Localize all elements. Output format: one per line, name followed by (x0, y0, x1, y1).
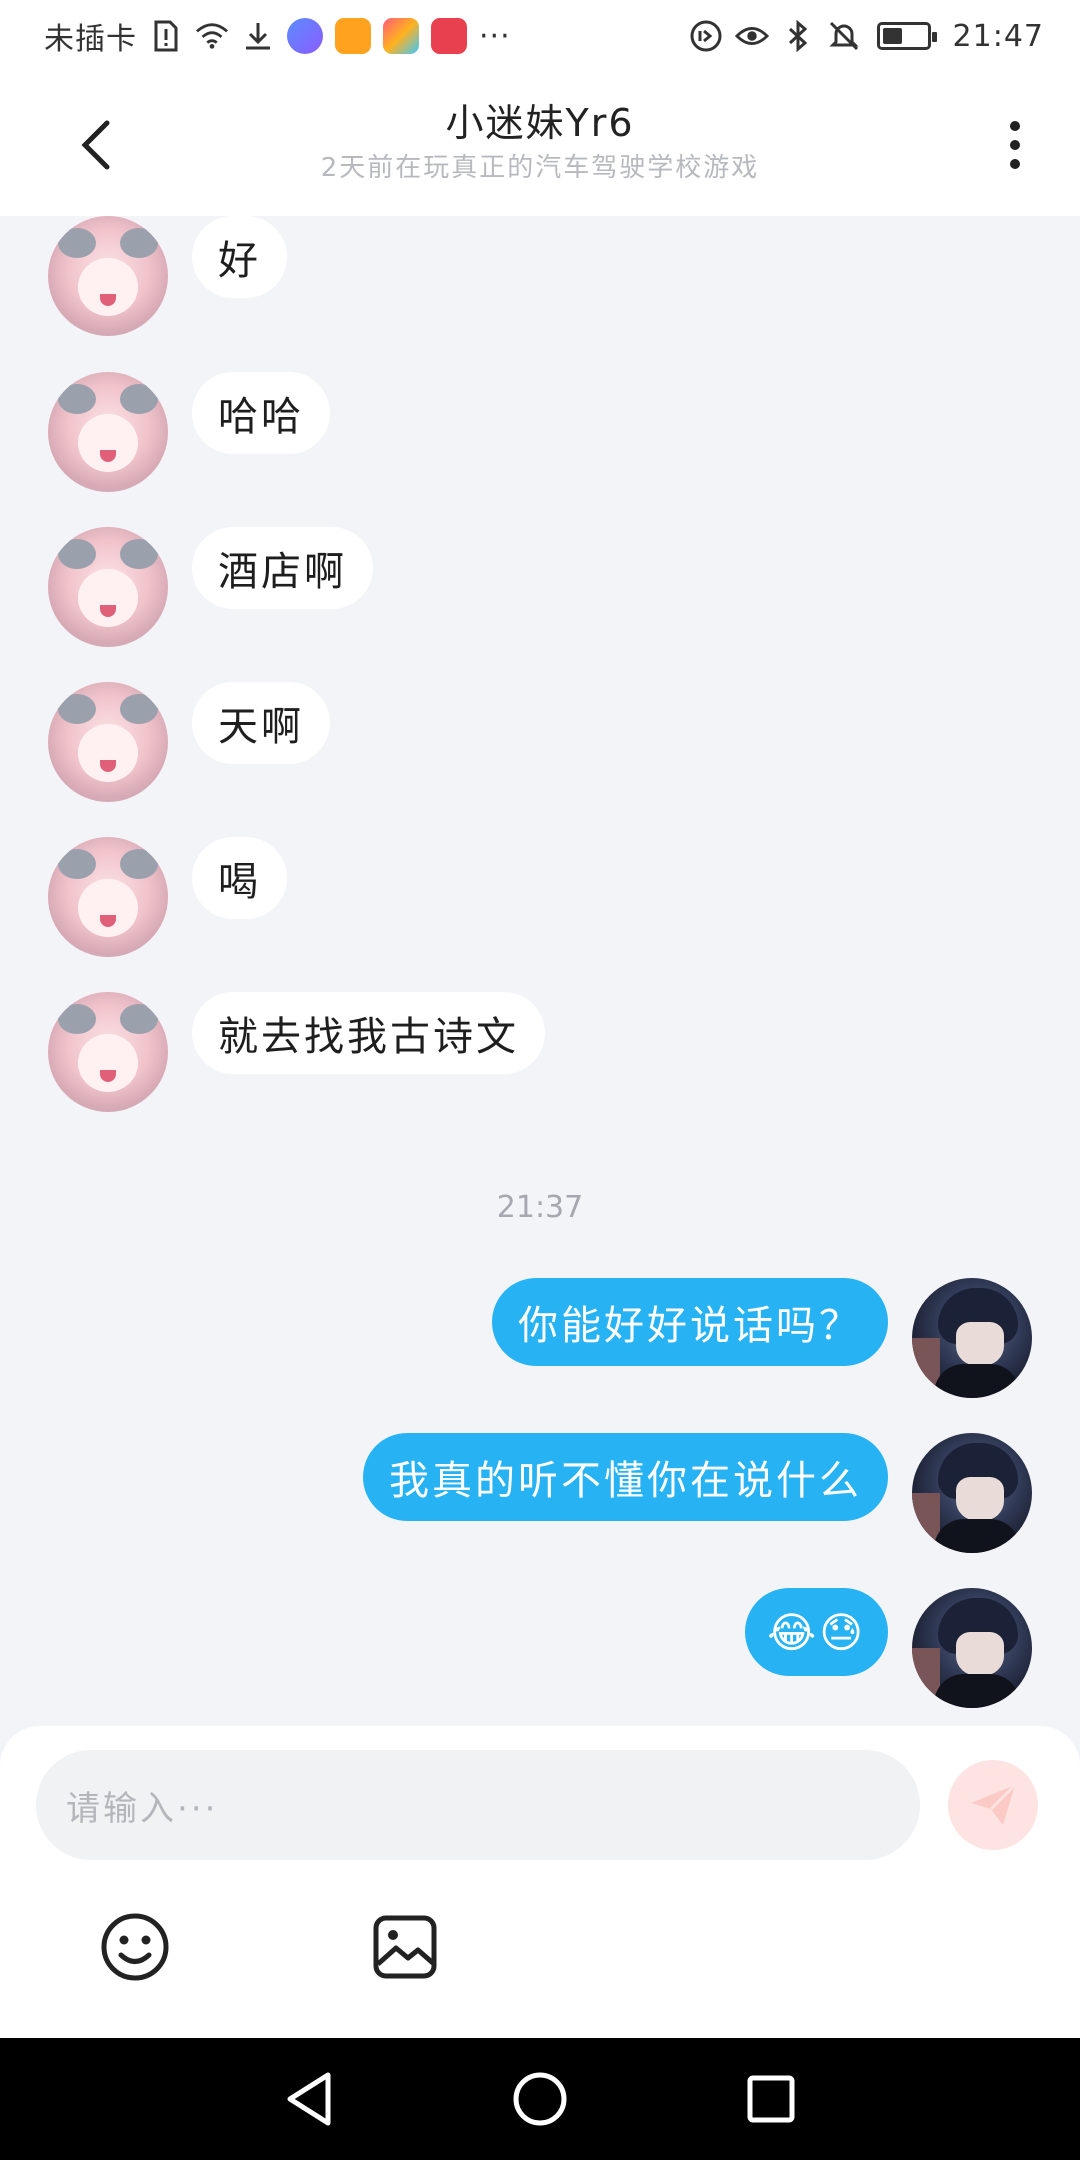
sent-message-bubble[interactable]: 你能好好说话吗？ (492, 1278, 888, 1366)
user-avatar[interactable] (912, 1278, 1032, 1398)
received-message-bubble[interactable]: 就去找我古诗文 (192, 992, 545, 1074)
message-row: 😂😓 (0, 1588, 1080, 1708)
send-button[interactable] (948, 1760, 1038, 1850)
mute-icon (827, 19, 861, 53)
contact-avatar[interactable] (48, 372, 168, 492)
sent-message-bubble[interactable]: 我真的听不懂你在说什么 (363, 1433, 888, 1521)
data-saver-icon (689, 19, 723, 53)
message-timestamp: 21:37 (496, 1190, 584, 1225)
wifi-icon (195, 19, 229, 53)
image-icon (373, 1915, 437, 1979)
nav-back-button[interactable] (276, 2066, 342, 2132)
home-circle-icon (513, 2072, 567, 2126)
carrier-text: 未插卡 (44, 22, 137, 57)
status-time: 21:47 (952, 18, 1044, 54)
chat-header: 小迷妹Yr6 2天前在玩真正的汽车驾驶学校游戏 (0, 72, 1080, 216)
received-message-bubble[interactable]: 酒店啊 (192, 527, 373, 609)
orange-app-icon (335, 18, 371, 54)
more-vertical-icon (1010, 121, 1020, 131)
sim-alert-icon (149, 19, 183, 53)
message-row: 好 (0, 216, 1080, 336)
contact-avatar[interactable] (48, 682, 168, 802)
chat-subtitle: 2天前在玩真正的汽车驾驶学校游戏 (320, 153, 760, 183)
recents-square-icon (747, 2075, 795, 2123)
smiley-icon (101, 1913, 169, 1981)
user-avatar[interactable] (912, 1588, 1032, 1708)
image-button[interactable] (368, 1910, 442, 1984)
message-row: 天啊 (0, 682, 1080, 802)
user-avatar[interactable] (912, 1433, 1032, 1553)
chat-title: 小迷妹Yr6 (445, 101, 635, 145)
contact-avatar[interactable] (48, 992, 168, 1112)
download-icon (241, 19, 275, 53)
sent-emoji-bubble[interactable]: 😂😓 (745, 1588, 888, 1676)
paper-plane-icon (971, 1783, 1017, 1825)
eye-comfort-icon (734, 19, 769, 53)
nav-home-button[interactable] (507, 2066, 573, 2132)
battery-icon (876, 22, 937, 50)
input-panel: 请输入··· (0, 1726, 1080, 2038)
message-row: 喝 (0, 837, 1080, 957)
more-options-button[interactable] (990, 110, 1040, 180)
back-triangle-icon (287, 2072, 331, 2126)
message-row: 就去找我古诗文 (0, 992, 1080, 1112)
emoji-button[interactable] (98, 1910, 172, 1984)
contact-avatar[interactable] (48, 527, 168, 647)
message-row: 我真的听不懂你在说什么 (0, 1433, 1080, 1553)
received-message-bubble[interactable]: 好 (192, 216, 287, 298)
received-message-bubble[interactable]: 哈哈 (192, 372, 330, 454)
message-row: 酒店啊 (0, 527, 1080, 647)
nav-recents-button[interactable] (738, 2066, 804, 2132)
contact-avatar[interactable] (48, 216, 168, 336)
theme-app-icon (383, 18, 419, 54)
received-message-bubble[interactable]: 喝 (192, 837, 287, 919)
chevron-left-icon (81, 120, 110, 170)
huawei-app-icon (431, 18, 467, 54)
more-notifications: ··· (479, 18, 511, 54)
music-app-icon (287, 18, 323, 54)
message-input[interactable]: 请输入··· (36, 1750, 920, 1860)
status-bar: 未插卡 ··· 21:47 (0, 0, 1080, 72)
system-nav-bar (0, 2038, 1080, 2160)
received-message-bubble[interactable]: 天啊 (192, 682, 330, 764)
back-button[interactable] (60, 110, 130, 180)
message-row: 哈哈 (0, 372, 1080, 492)
contact-avatar[interactable] (48, 837, 168, 957)
message-row: 你能好好说话吗？ (0, 1278, 1080, 1398)
bluetooth-icon (781, 19, 815, 53)
